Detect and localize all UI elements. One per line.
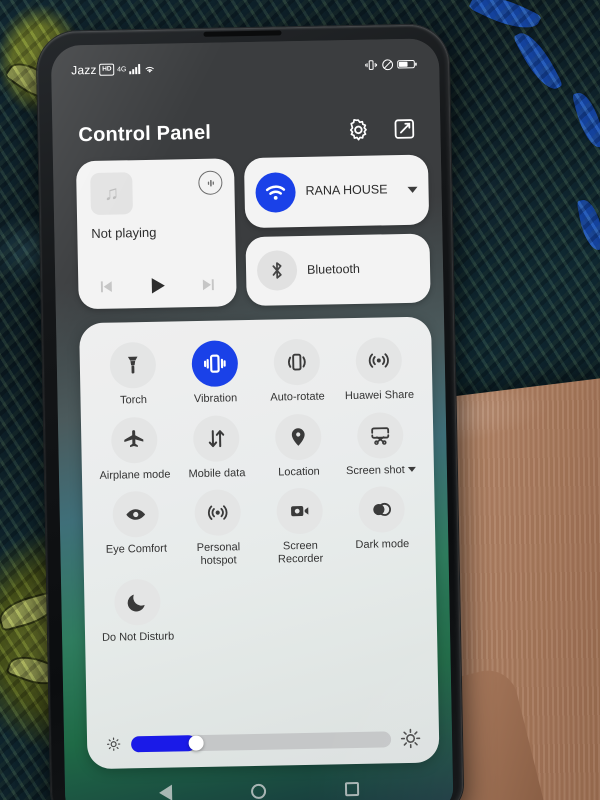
wifi-card[interactable]: RANA HOUSE: [243, 154, 430, 228]
tile-mobile-data[interactable]: Mobile data: [175, 409, 258, 481]
tile-label: Screen shot: [346, 463, 416, 477]
gear-icon[interactable]: [346, 118, 370, 142]
eye-icon: [112, 491, 160, 538]
airplane-icon: [110, 416, 158, 464]
moon-icon: [113, 578, 161, 626]
chevron-down-icon[interactable]: [407, 467, 416, 473]
earpiece-speaker: [203, 30, 282, 37]
play-icon[interactable]: [145, 274, 169, 298]
torch-icon: [109, 341, 157, 389]
tile-label: Mobile data: [188, 466, 246, 480]
location-pin-icon: [274, 413, 322, 461]
previous-track-icon[interactable]: [96, 277, 116, 297]
media-player-card[interactable]: ♫ Not playing: [75, 158, 237, 310]
tile-label-text: Screen shot: [345, 463, 405, 477]
tile-label: Dark mode: [355, 538, 410, 552]
wifi-icon: [145, 66, 154, 73]
hd-badge: HD: [99, 63, 115, 76]
next-track-icon[interactable]: [198, 275, 218, 295]
brightness-slider-fill: [130, 734, 197, 752]
carrier-label: Jazz: [71, 62, 97, 78]
battery-icon: [397, 59, 417, 69]
music-note-icon: ♫: [90, 172, 133, 216]
tile-label: Personal hotspot: [196, 541, 241, 567]
cards-row: ♫ Not playing RANA HOUSE Bluetooth: [75, 154, 431, 310]
brightness-slider[interactable]: [130, 730, 392, 752]
tile-vibration[interactable]: Vibration: [173, 334, 256, 406]
tile-airplane-mode[interactable]: Airplane mode: [93, 410, 176, 482]
tile-label: Screen Recorder: [277, 540, 324, 566]
media-controls: [92, 273, 222, 299]
phone-screen: Jazz HD 4G Control Panel ♫ Not playing R…: [50, 38, 454, 800]
brightness-slider-row: [99, 728, 428, 769]
tile-label: Huawei Share: [344, 388, 415, 403]
chevron-down-icon[interactable]: [407, 186, 418, 193]
tile-label: Torch: [119, 393, 148, 407]
wifi-ssid-label: RANA HOUSE: [305, 182, 388, 199]
tile-location[interactable]: Location: [257, 407, 340, 479]
tile-auto-rotate[interactable]: Auto-rotate: [255, 332, 338, 404]
tile-dark-mode[interactable]: Dark mode: [340, 480, 424, 565]
tiles-grid: Torch Vibration Auto-rotate Huawei Share…: [91, 331, 427, 732]
track-title: Not playing: [91, 224, 157, 242]
tile-label: Do Not Disturb: [101, 630, 175, 644]
vibrate-icon: [365, 59, 378, 70]
auto-rotate-icon: [273, 338, 321, 386]
dnd-icon: [382, 58, 394, 70]
huawei-share-icon: [355, 337, 403, 384]
phone-device: Jazz HD 4G Control Panel ♫ Not playing R…: [36, 24, 464, 800]
edit-icon[interactable]: [392, 117, 416, 141]
bluetooth-label: Bluetooth: [306, 261, 361, 277]
tile-label: Auto-rotate: [270, 390, 325, 404]
quick-settings-panel: Torch Vibration Auto-rotate Huawei Share…: [79, 316, 440, 770]
bluetooth-icon: [256, 250, 298, 292]
network-type-label: 4G: [116, 65, 127, 73]
tile-label: Airplane mode: [99, 468, 171, 482]
tile-screenshot[interactable]: Screen shot: [339, 405, 422, 477]
bluetooth-card[interactable]: Bluetooth: [245, 233, 431, 307]
mobile-data-icon: [192, 414, 240, 462]
dark-mode-icon: [358, 486, 406, 534]
brightness-high-icon: [400, 728, 421, 749]
tile-label: Eye Comfort: [105, 542, 168, 557]
hotspot-icon: [194, 489, 242, 537]
tile-do-not-disturb[interactable]: Do Not Disturb: [96, 572, 179, 644]
cast-audio-icon[interactable]: [198, 170, 223, 195]
brightness-low-icon: [106, 737, 121, 751]
tile-personal-hotspot[interactable]: Personal hotspot: [176, 483, 260, 568]
vibration-icon: [191, 340, 239, 388]
screenshot-icon: [356, 411, 404, 459]
brightness-slider-knob[interactable]: [188, 734, 204, 751]
wifi-icon: [255, 171, 296, 213]
tile-torch[interactable]: Torch: [91, 335, 174, 407]
home-icon[interactable]: [250, 783, 267, 799]
tile-label: Location: [278, 465, 320, 479]
tile-eye-comfort[interactable]: Eye Comfort: [94, 485, 178, 570]
signal-bars-icon: [129, 64, 141, 75]
recents-icon[interactable]: [345, 781, 360, 797]
tile-screen-recorder[interactable]: Screen Recorder: [258, 482, 342, 567]
tile-huawei-share[interactable]: Huawei Share: [337, 331, 420, 403]
back-icon[interactable]: [158, 784, 172, 800]
tile-label: Vibration: [193, 392, 238, 406]
video-camera-icon: [276, 487, 324, 535]
page-title: Control Panel: [78, 121, 212, 146]
